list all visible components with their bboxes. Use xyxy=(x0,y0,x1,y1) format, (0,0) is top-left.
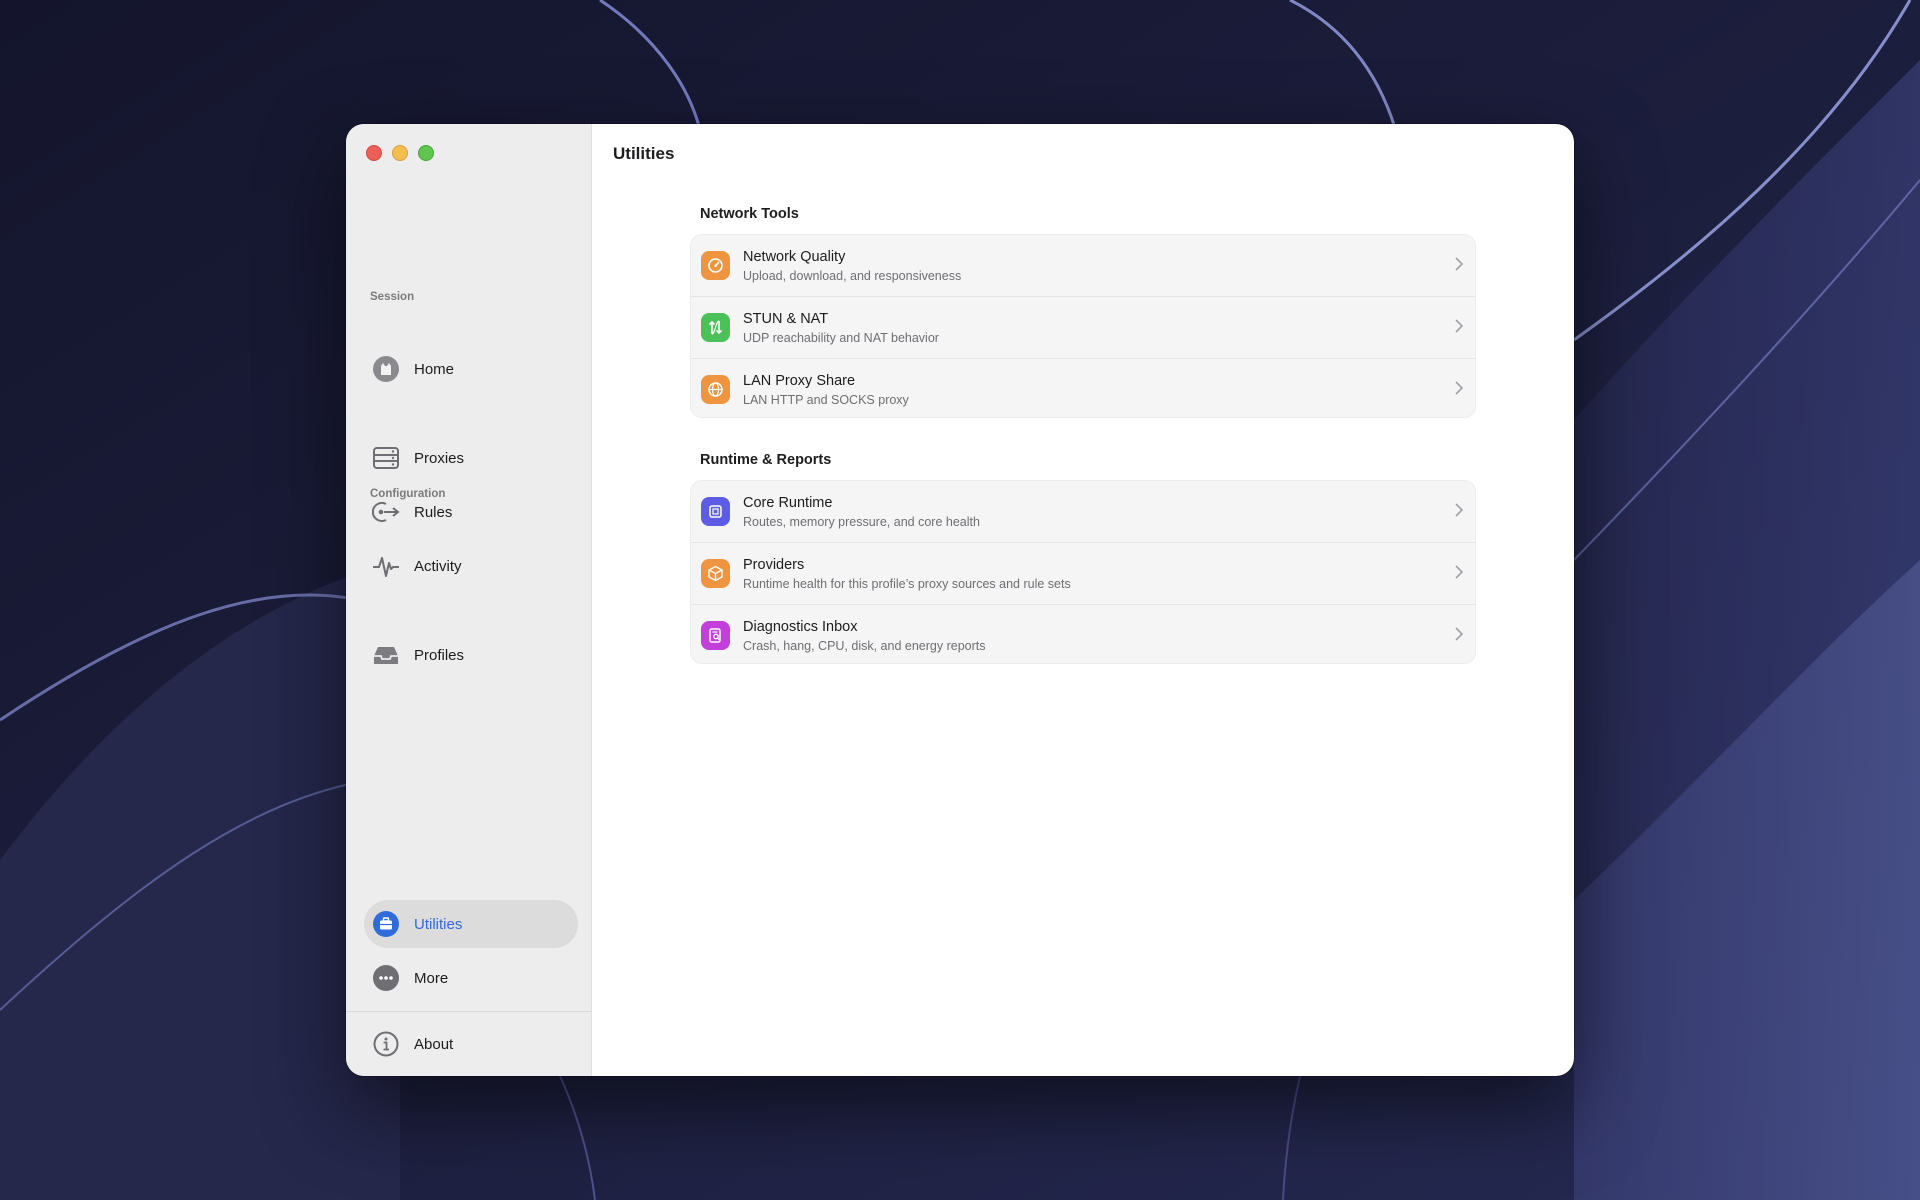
sidebar-item-label: Rules xyxy=(414,503,453,521)
sidebar-item-activity[interactable]: Activity xyxy=(364,542,578,590)
section-label-configuration: Configuration xyxy=(370,488,446,500)
list-item-title: Providers xyxy=(743,556,805,573)
sidebar-item-label: Proxies xyxy=(414,449,465,467)
sidebar-item-label: About xyxy=(414,1035,454,1053)
list-item-subtitle: UDP reachability and NAT behavior xyxy=(743,330,939,345)
list-item-diagnostics-inbox[interactable]: Diagnostics Inbox Crash, hang, CPU, disk… xyxy=(691,604,1475,666)
report-search-icon xyxy=(701,621,730,650)
zoom-window-button[interactable] xyxy=(418,145,434,161)
sidebar-item-profiles[interactable]: Profiles xyxy=(364,631,578,679)
network-tools-list: Network Quality Upload, download, and re… xyxy=(690,234,1476,418)
list-item-title: Core Runtime xyxy=(743,494,833,511)
chevron-right-icon xyxy=(1455,627,1464,646)
list-item-stun-nat[interactable]: STUN & NAT UDP reachability and NAT beha… xyxy=(691,296,1475,358)
page-title: Utilities xyxy=(613,144,675,163)
list-item-title: Diagnostics Inbox xyxy=(743,618,858,635)
sidebar-item-label: Activity xyxy=(414,557,462,575)
chevron-right-icon xyxy=(1455,503,1464,522)
list-item-subtitle: Routes, memory pressure, and core health xyxy=(743,514,980,529)
list-item-subtitle: Upload, download, and responsiveness xyxy=(743,268,962,283)
globe-network-icon xyxy=(701,375,730,404)
sidebar-item-proxies[interactable]: Proxies xyxy=(364,434,578,482)
chevron-right-icon xyxy=(1455,257,1464,276)
group-title-runtime-reports: Runtime & Reports xyxy=(700,452,832,468)
package-cube-icon xyxy=(701,559,730,588)
list-item-subtitle: Runtime health for this profile’s proxy … xyxy=(743,576,1071,591)
tray-icon xyxy=(372,641,400,669)
sidebar-divider xyxy=(346,1011,591,1012)
minimize-window-button[interactable] xyxy=(392,145,408,161)
list-item-core-runtime[interactable]: Core Runtime Routes, memory pressure, an… xyxy=(691,481,1475,542)
sidebar-item-more[interactable]: More xyxy=(364,954,578,1002)
chevron-right-icon xyxy=(1455,381,1464,400)
list-item-title: LAN Proxy Share xyxy=(743,372,856,389)
sidebar-item-home[interactable]: Home xyxy=(364,345,578,393)
section-label-session: Session xyxy=(370,291,415,303)
server-stack-icon xyxy=(372,444,400,472)
list-item-network-quality[interactable]: Network Quality Upload, download, and re… xyxy=(691,235,1475,296)
list-item-lan-proxy-share[interactable]: LAN Proxy Share LAN HTTP and SOCKS proxy xyxy=(691,358,1475,420)
sidebar-item-utilities[interactable]: Utilities xyxy=(364,900,578,948)
list-item-providers[interactable]: Providers Runtime health for this profil… xyxy=(691,542,1475,604)
close-window-button[interactable] xyxy=(366,145,382,161)
chevron-right-icon xyxy=(1455,565,1464,584)
toolbox-icon xyxy=(372,910,400,938)
speedometer-icon xyxy=(701,251,730,280)
home-avatar-icon xyxy=(372,355,400,383)
waveform-icon xyxy=(372,552,400,580)
list-item-title: STUN & NAT xyxy=(743,310,829,327)
list-item-title: Network Quality xyxy=(743,248,846,265)
sidebar: Home Session Proxies Rules Activity Conf… xyxy=(346,124,592,1076)
sidebar-item-about[interactable]: About xyxy=(364,1020,578,1068)
app-window: Home Session Proxies Rules Activity Conf… xyxy=(346,124,1574,1076)
runtime-reports-list: Core Runtime Routes, memory pressure, an… xyxy=(690,480,1476,664)
list-item-subtitle: Crash, hang, CPU, disk, and energy repor… xyxy=(743,638,986,653)
chevron-right-icon xyxy=(1455,319,1464,338)
route-arrow-icon xyxy=(372,498,400,526)
list-item-subtitle: LAN HTTP and SOCKS proxy xyxy=(743,392,909,407)
sidebar-item-label: Home xyxy=(414,360,455,378)
cpu-chip-icon xyxy=(701,497,730,526)
sidebar-item-label: More xyxy=(414,969,449,987)
sidebar-item-label: Profiles xyxy=(414,646,465,664)
ellipsis-circle-icon xyxy=(372,964,400,992)
sidebar-item-label: Utilities xyxy=(414,915,463,933)
info-circle-icon xyxy=(372,1030,400,1058)
group-title-network-tools: Network Tools xyxy=(700,206,799,222)
arrows-up-down-icon xyxy=(701,313,730,342)
